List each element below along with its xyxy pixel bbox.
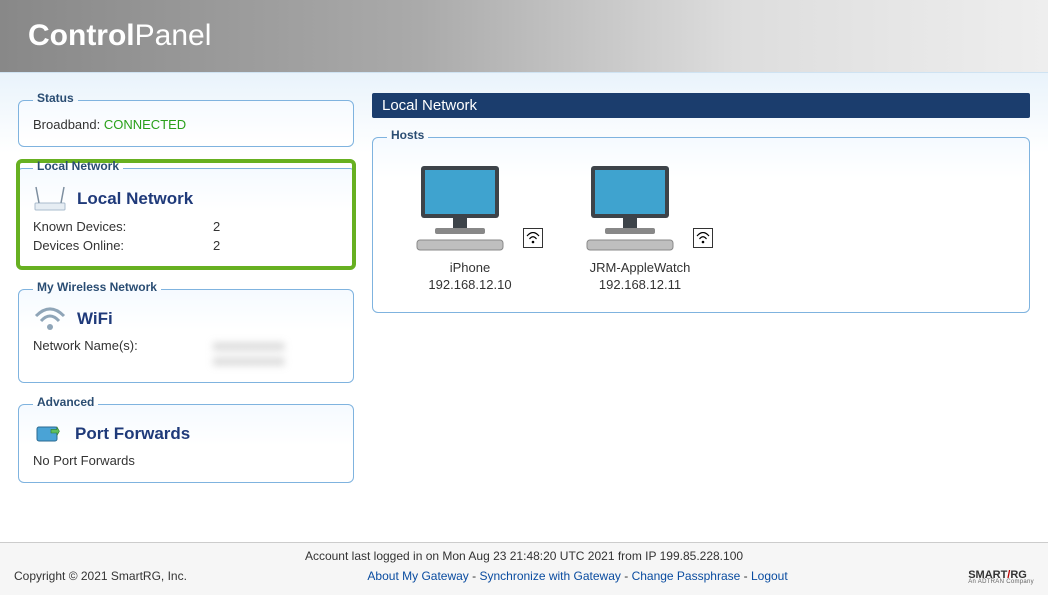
advanced-head[interactable]: Port Forwards (33, 421, 339, 447)
hosts-legend: Hosts (387, 128, 428, 142)
computer-icon (575, 164, 685, 254)
host-item[interactable]: JRM-AppleWatch 192.168.12.11 (575, 164, 705, 292)
port-forward-icon (33, 421, 65, 447)
hosts-panel: Hosts iPh (372, 130, 1030, 313)
app-title: ControlPanel (28, 19, 211, 53)
brand-logo: SMART/RG An ADTRAN Company (968, 567, 1034, 585)
port-forwards-empty: No Port Forwards (33, 453, 339, 468)
wireless-legend: My Wireless Network (33, 280, 161, 294)
advanced-panel[interactable]: Advanced Port Forwards No Port Forwards (18, 397, 354, 483)
local-network-legend: Local Network (33, 159, 123, 173)
host-name: iPhone (405, 260, 535, 275)
status-legend: Status (33, 91, 78, 105)
wireless-title[interactable]: WiFi (77, 309, 113, 329)
copyright: Copyright © 2021 SmartRG, Inc. (14, 569, 187, 583)
local-network-panel[interactable]: Local Network Local Network Known Device… (18, 161, 354, 268)
network-names-value: xxxxxxxxxxxxxxxxxxxxxx (213, 338, 285, 368)
app-title-bold: Control (28, 19, 135, 52)
host-figure (575, 164, 705, 254)
status-panel: Status Broadband: CONNECTED (18, 93, 354, 147)
network-names-label: Network Name(s): (33, 338, 213, 368)
local-network-title[interactable]: Local Network (77, 189, 193, 209)
logout-link[interactable]: Logout (751, 569, 788, 583)
computer-icon (405, 164, 515, 254)
host-ip: 192.168.12.10 (405, 277, 535, 292)
detail-title: Local Network (372, 93, 1030, 118)
advanced-title[interactable]: Port Forwards (75, 424, 190, 444)
wireless-panel[interactable]: My Wireless Network WiFi Network Name(s)… (18, 282, 354, 383)
footer-links: About My Gateway - Synchronize with Gate… (367, 569, 787, 583)
about-gateway-link[interactable]: About My Gateway (367, 569, 468, 583)
host-ip: 192.168.12.11 (575, 277, 705, 292)
footer-bottom: Copyright © 2021 SmartRG, Inc. About My … (14, 567, 1034, 585)
sync-gateway-link[interactable]: Synchronize with Gateway (479, 569, 620, 583)
known-devices-row: Known Devices: 2 (33, 219, 339, 234)
sidebar: Status Broadband: CONNECTED Local Networ… (18, 93, 354, 532)
detail-panel: Local Network Hosts (372, 93, 1030, 532)
last-login-line: Account last logged in on Mon Aug 23 21:… (14, 549, 1034, 563)
app-title-light: Panel (135, 19, 212, 52)
router-icon (33, 185, 67, 213)
devices-online-label: Devices Online: (33, 238, 213, 253)
devices-online-value: 2 (213, 238, 220, 253)
host-figure (405, 164, 535, 254)
host-item[interactable]: iPhone 192.168.12.10 (405, 164, 535, 292)
app-header: ControlPanel (0, 0, 1048, 72)
host-name: JRM-AppleWatch (575, 260, 705, 275)
local-network-head[interactable]: Local Network (33, 185, 339, 213)
broadband-status-value: CONNECTED (104, 117, 186, 132)
network-names-row: Network Name(s): xxxxxxxxxxxxxxxxxxxxxx (33, 338, 339, 368)
known-devices-label: Known Devices: (33, 219, 213, 234)
wifi-badge-icon (693, 228, 713, 248)
change-passphrase-link[interactable]: Change Passphrase (632, 569, 741, 583)
wireless-head[interactable]: WiFi (33, 306, 339, 332)
hosts-grid: iPhone 192.168.12.10 (387, 154, 1015, 298)
wifi-icon (33, 306, 67, 332)
main-content: Status Broadband: CONNECTED Local Networ… (0, 72, 1048, 542)
broadband-label: Broadband: (33, 117, 100, 132)
advanced-legend: Advanced (33, 395, 98, 409)
broadband-status-line: Broadband: CONNECTED (33, 117, 339, 132)
footer: Account last logged in on Mon Aug 23 21:… (0, 542, 1048, 595)
devices-online-row: Devices Online: 2 (33, 238, 339, 253)
known-devices-value: 2 (213, 219, 220, 234)
wifi-badge-icon (523, 228, 543, 248)
